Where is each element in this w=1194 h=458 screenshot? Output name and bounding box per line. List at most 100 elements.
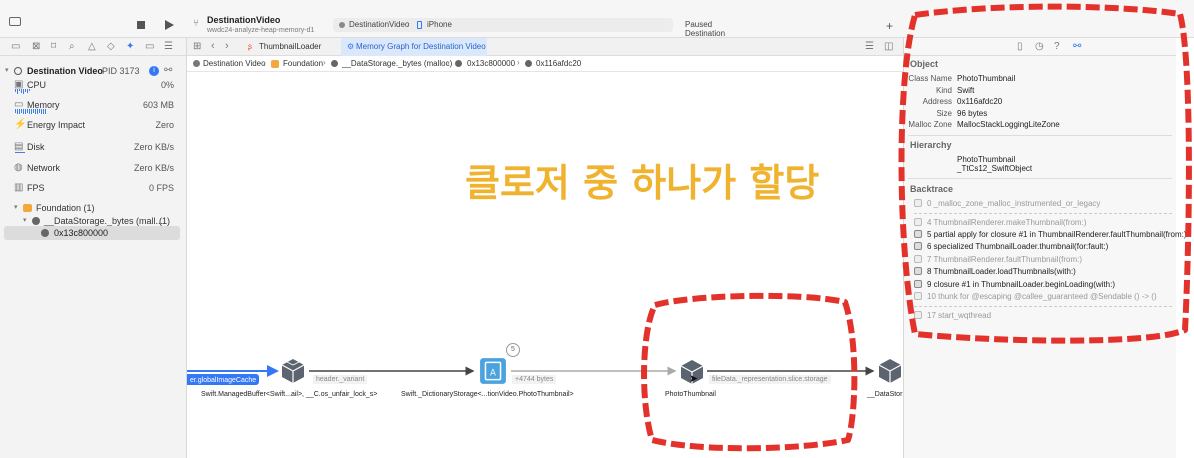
info-icon[interactable]: i: [149, 66, 159, 76]
window-toolbar: ⑂ DestinationVideo wwdc24-analyze-heap-m…: [0, 0, 1194, 56]
gauge-value: 603 MB: [142, 100, 174, 110]
navigator-icon-bar: ▭ ⊠ ⌑ ⌕ △ ◇ ✦ ▭ ☰: [0, 38, 187, 56]
issue-icon[interactable]: △: [88, 42, 96, 52]
memory-inspector-icon[interactable]: ⚯: [1073, 42, 1081, 52]
debug-navigator: ▭ ⊠ ⌑ ⌕ △ ◇ ✦ ▭ ☰ ▾ Destination Video PI…: [0, 38, 187, 458]
test-icon[interactable]: ◇: [107, 42, 115, 52]
badge-value: 5: [511, 346, 515, 353]
help-inspector-icon[interactable]: ?: [1054, 42, 1060, 52]
framework-icon: [23, 204, 32, 212]
gauge-network[interactable]: ◍ Network Zero KB/s: [0, 159, 187, 177]
device-label: iPhone: [427, 20, 452, 29]
backtrace-frame[interactable]: 6 specialized ThumbnailLoader.thumbnail(…: [914, 241, 1174, 253]
backtrace-frame[interactable]: 9 closure #1 in ThumbnailLoader.beginLoa…: [914, 279, 1174, 291]
disk-icon: ▤: [14, 141, 24, 152]
field-key: Class Name: [908, 74, 952, 83]
breadcrumb-item[interactable]: Destination Video: [203, 59, 266, 68]
folder-icon[interactable]: ▭: [11, 42, 20, 52]
gauge-energy[interactable]: ⚡ Energy Impact Zero: [0, 116, 187, 134]
field-key: Size: [936, 109, 952, 118]
frame-label: 5 partial apply for closure #1 in Thumbn…: [927, 230, 1187, 239]
breadcrumb-item[interactable]: 0x116afdc20: [536, 59, 581, 68]
memory-sparkline: [15, 109, 46, 114]
gauge-disk[interactable]: ▤ Disk Zero KB/s: [0, 138, 187, 156]
frame-icon: [914, 311, 922, 319]
backtrace-frame[interactable]: 10 thunk for @escaping @callee_guarantee…: [914, 291, 1174, 303]
stop-button[interactable]: [137, 21, 145, 29]
hierarchy-item: PhotoThumbnail: [957, 155, 1016, 164]
field-kind: Kind Swift: [904, 86, 1174, 97]
gauge-cpu[interactable]: ▣ CPU 0%: [0, 76, 187, 94]
tab-label: ThumbnailLoader: [259, 42, 322, 51]
debug-icon[interactable]: ✦: [126, 42, 134, 52]
frame-label: 10 thunk for @escaping @callee_guarantee…: [927, 292, 1157, 301]
divider: [908, 135, 1172, 136]
bookmark-icon[interactable]: ⌑: [51, 42, 56, 52]
frame-label: 4 ThumbnailRenderer.makeThumbnail(from:): [927, 218, 1087, 227]
frame-icon: [914, 218, 922, 226]
dictionary-storage-icon[interactable]: A: [479, 357, 507, 385]
gauge-fps[interactable]: ▥ FPS 0 FPS: [0, 179, 187, 197]
gauge-value: Zero KB/s: [133, 142, 174, 152]
memory-graph-canvas[interactable]: 클로저 중 하나가 할당 er.globalImageCache Swift.M…: [187, 72, 903, 458]
svg-text:A: A: [490, 368, 496, 378]
add-icon[interactable]: +: [886, 19, 893, 33]
tab-memory-graph[interactable]: ⚙ Memory Graph for Destination Video: [341, 38, 487, 56]
breadcrumb-item[interactable]: Foundation: [283, 59, 323, 68]
gauge-label: Energy Impact: [27, 120, 86, 130]
backtrace-section-title: Backtrace: [910, 184, 954, 194]
editor-tab-bar: ⊞ ‹ › ʂ ThumbnailLoader ⚙ Memory Graph f…: [187, 38, 903, 56]
chevron-right-icon: ›: [517, 58, 520, 67]
node-label: Swift.ManagedBuffer<Swift...ail>, __C.os…: [201, 391, 378, 398]
backtrace-frame[interactable]: 8 ThumbnailLoader.loadThumbnails(with:): [914, 266, 1174, 278]
frame-label: 8 ThumbnailLoader.loadThumbnails(with:): [927, 267, 1076, 276]
settings-toggle-icon[interactable]: ⚯: [164, 66, 172, 76]
forward-icon[interactable]: ›: [225, 40, 229, 52]
object-icon: [331, 60, 338, 67]
run-button[interactable]: [165, 20, 174, 30]
editor-options-icon[interactable]: ☰: [865, 42, 874, 52]
back-icon[interactable]: ‹: [211, 40, 215, 52]
tab-thumbnailloader[interactable]: ʂ ThumbnailLoader: [242, 38, 342, 56]
backtrace-frame[interactable]: 5 partial apply for closure #1 in Thumbn…: [914, 229, 1187, 241]
reference-count-badge: 5: [506, 343, 520, 357]
gauge-value: 0 FPS: [148, 183, 174, 193]
frame-label: 0 _malloc_zone_malloc_instrumented_or_le…: [927, 199, 1101, 208]
frame-label: 17 start_wqthread: [927, 311, 992, 320]
history-inspector-icon[interactable]: ◷: [1035, 42, 1044, 52]
chevron-right-icon: ›: [447, 58, 450, 67]
backtrace-frame[interactable]: 0 _malloc_zone_malloc_instrumented_or_le…: [914, 198, 1174, 210]
find-icon[interactable]: ⌕: [69, 42, 75, 52]
breakpoint-icon[interactable]: ▭: [145, 42, 154, 52]
left-edge-node[interactable]: er.globalImageCache: [187, 374, 260, 385]
frame-icon: [914, 267, 922, 275]
split-editor-icon[interactable]: ◫: [884, 42, 893, 52]
field-value: MallocStackLoggingLiteZone: [957, 120, 1060, 129]
backtrace-frame[interactable]: 4 ThumbnailRenderer.makeThumbnail(from:): [914, 217, 1174, 229]
object-icon: [41, 229, 49, 237]
object-cube-icon[interactable]: [280, 358, 306, 384]
energy-icon: ⚡: [14, 119, 27, 130]
sidebar-toggle-icon[interactable]: [9, 17, 21, 26]
chevron-right-icon: ›: [323, 58, 326, 67]
breadcrumb-item[interactable]: __DataStorage._bytes (malloc): [342, 59, 452, 68]
breadcrumb-item[interactable]: 0x13c800000: [467, 59, 515, 68]
field-value: Swift: [957, 86, 975, 95]
grid-icon[interactable]: ⊞: [193, 42, 201, 52]
backtrace-frame[interactable]: 17 start_wqthread: [914, 310, 1174, 322]
gauge-memory[interactable]: ▭ Memory 603 MB: [0, 96, 187, 114]
source-control-icon[interactable]: ⊠: [32, 42, 40, 52]
device-icon: [417, 21, 422, 29]
scheme-selector[interactable]: DestinationVideo › iPhone Paused Destina…: [333, 18, 725, 56]
frame-icon: [914, 230, 922, 238]
chevron-right-icon: ›: [263, 58, 266, 67]
tree-item-address[interactable]: 0x13c800000: [4, 226, 180, 240]
file-inspector-icon[interactable]: ▯: [1017, 42, 1023, 52]
object-cube-icon[interactable]: [877, 358, 903, 384]
backtrace-frame[interactable]: 7 ThumbnailRenderer.faultThumbnail(from:…: [914, 254, 1174, 266]
cpu-sparkline: [15, 89, 30, 94]
report-icon[interactable]: ☰: [164, 42, 173, 52]
edge-label: fileData._representation.slice.storage: [709, 375, 831, 384]
frame-icon: [914, 292, 922, 300]
process-icon: [14, 67, 22, 75]
